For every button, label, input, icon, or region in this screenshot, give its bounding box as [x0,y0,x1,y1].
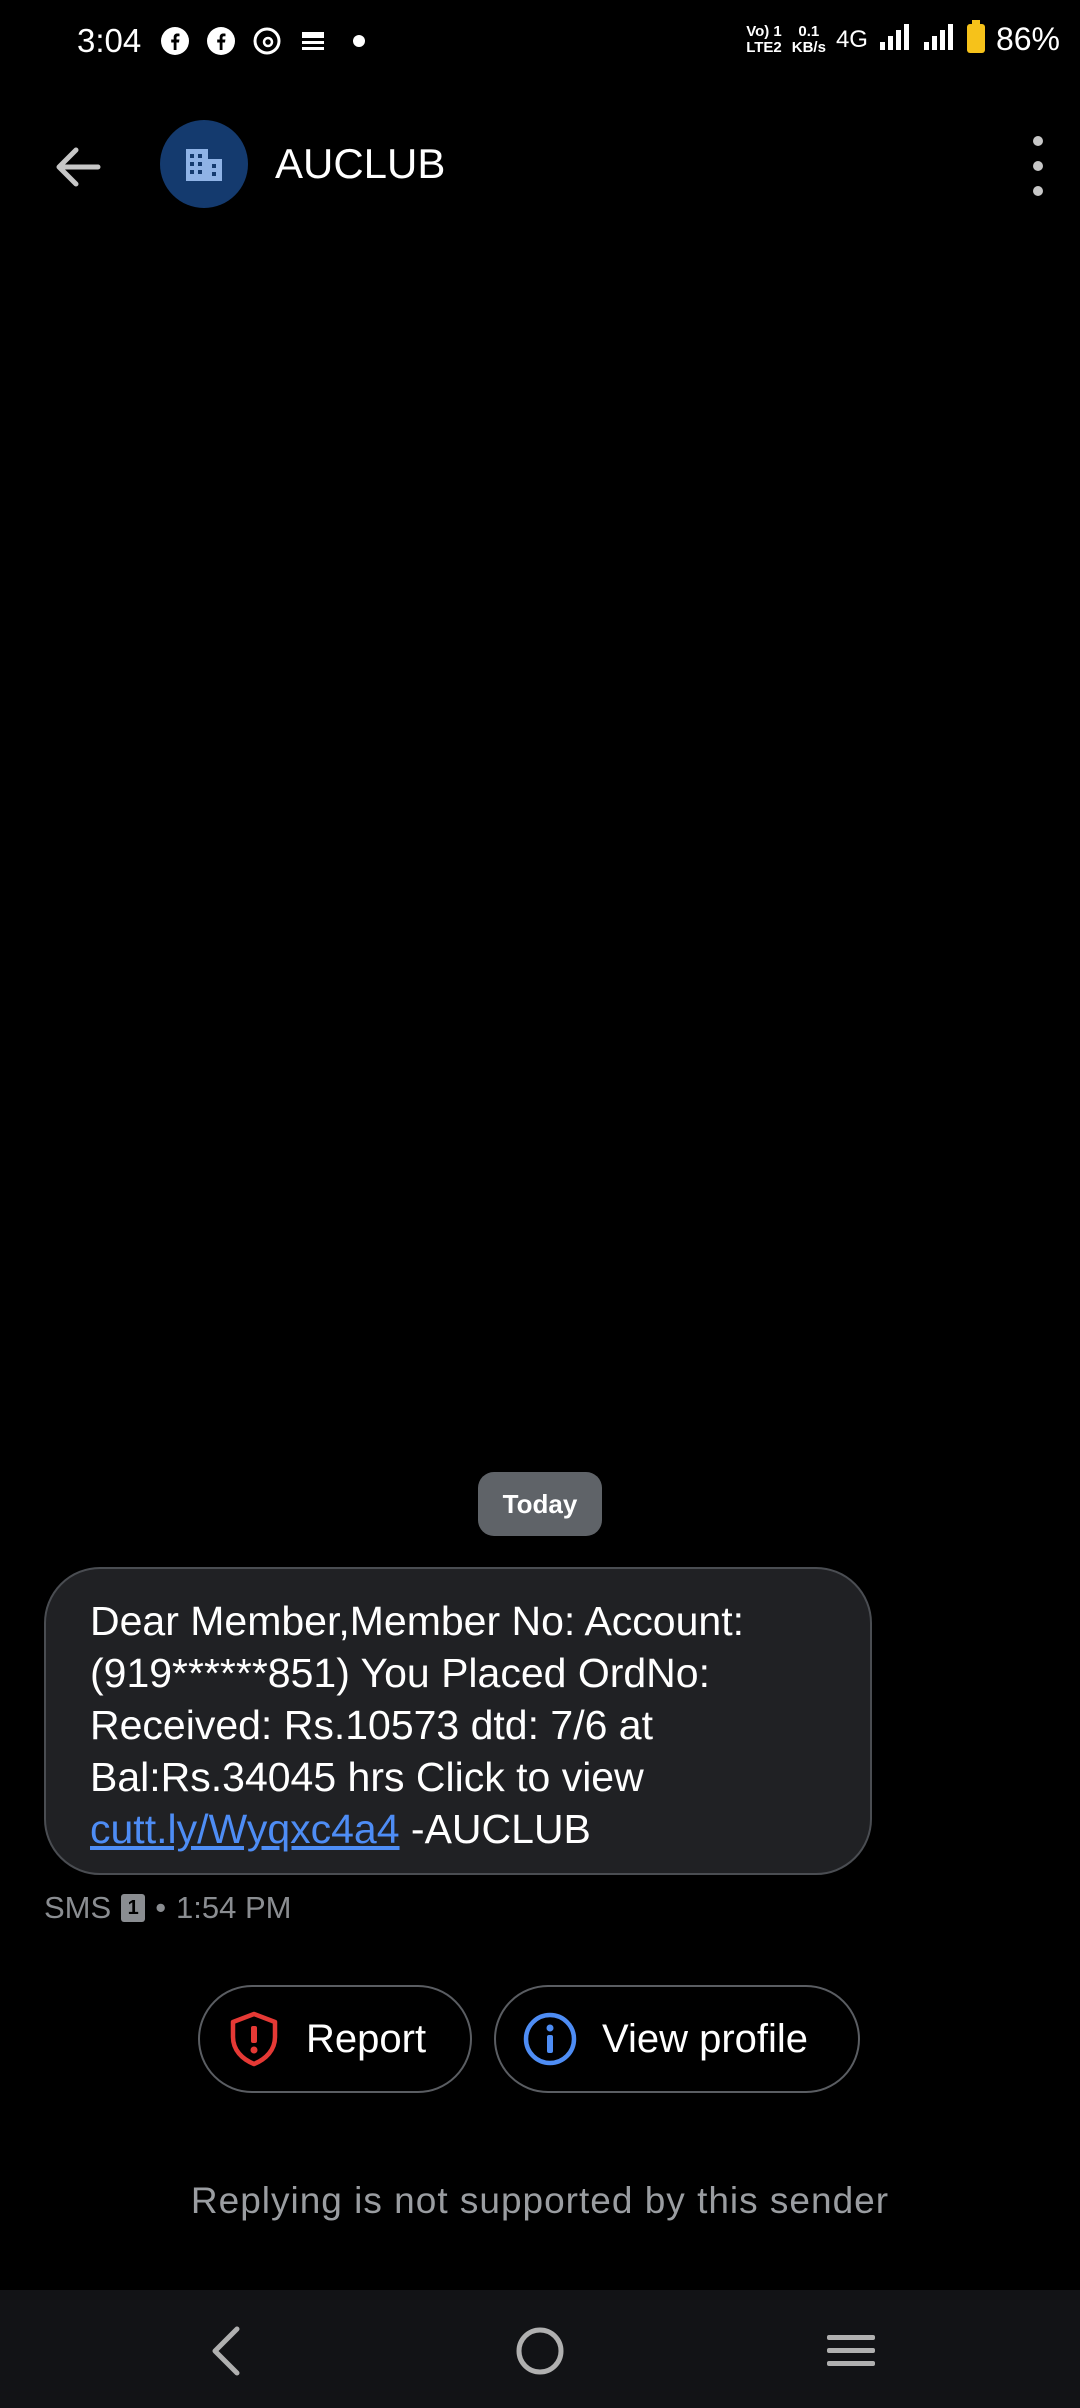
signal-icon [878,22,912,57]
reply-not-supported-note: Replying is not supported by this sender [190,2180,890,2221]
conversation-title: AUCLUB [275,140,446,187]
more-dot [1033,186,1043,196]
facebook-icon [204,24,238,58]
more-options-button[interactable] [1026,136,1050,196]
threads-icon [250,24,284,58]
dot-icon [342,24,376,58]
nav-home-button[interactable] [505,2316,575,2386]
app-bar: AUCLUB [0,110,1080,220]
battery-percent: 86% [995,21,1060,57]
info-icon [522,2011,578,2067]
battery-icon [966,20,986,59]
sim-icon: 1 [121,1894,146,1922]
status-time: 3:04 [77,22,142,59]
volte-bottom: LTE2 [746,38,782,56]
view-profile-button[interactable]: View profile [494,1985,860,2093]
status-bar: 3:04 Vo) 1 LTE2 0.1 KB/s 4G 86% [0,0,1080,90]
facebook-icon [158,24,192,58]
message-meta: SMS 1 • 1:54 PM [44,1890,292,1926]
volte-indicator: Vo) 1 LTE2 [746,22,782,56]
report-label: Report [306,2016,427,2061]
nav-back-button[interactable] [192,2316,262,2386]
report-button[interactable]: Report [198,1985,472,2093]
message-signature: -AUCLUB [399,1806,591,1852]
message-link[interactable]: cutt.ly/Wyqxc4a4 [90,1806,400,1852]
arrow-left-icon [56,147,101,187]
network-type: 4G [835,25,868,53]
message-type: SMS [44,1890,112,1925]
signal-icon [922,22,956,57]
building-icon [186,149,222,181]
back-button[interactable] [48,138,106,196]
menu-icon [827,2335,875,2366]
view-profile-label: View profile [602,2016,809,2061]
speed-value: 0.1 [798,22,820,40]
message-time: 1:54 PM [176,1890,292,1925]
nav-recents-button[interactable] [816,2316,886,2386]
more-dot [1033,136,1043,146]
date-chip: Today [478,1472,602,1536]
meta-separator: • [155,1890,167,1925]
chevron-left-icon [212,2326,240,2376]
system-icons: Vo) 1 LTE2 0.1 KB/s 4G 86% [746,20,1060,59]
speed-unit: KB/s [791,38,826,56]
network-speed: 0.1 KB/s [791,22,826,56]
app-icon [296,24,330,58]
notification-icons [158,24,376,58]
shield-alert-icon [226,2011,282,2067]
volte-top: Vo) 1 [746,22,782,40]
message-bubble[interactable]: Dear Member,Member No: Account: (919****… [44,1567,872,1875]
more-dot [1033,161,1043,171]
navigation-bar [0,2290,1080,2408]
message-text: Dear Member,Member No: Account: (919****… [90,1598,744,1800]
circle-home-icon [516,2327,564,2375]
avatar[interactable] [160,120,248,208]
